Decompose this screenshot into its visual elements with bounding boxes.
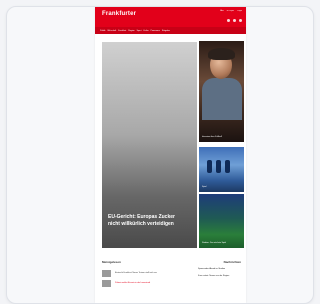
user-icon[interactable] <box>233 19 236 22</box>
list-header: Meistgelesen Nachrichten <box>102 260 241 264</box>
news-page: Frankfurter Abo E-Paper Login Politik Wi… <box>95 7 246 303</box>
top-link-abo[interactable]: Abo <box>220 10 224 12</box>
portrait-hair <box>208 48 235 60</box>
portrait-shirt <box>202 78 242 120</box>
tile-caption[interactable]: Interview über Fußball <box>202 136 241 139</box>
utility-icons <box>227 19 242 22</box>
list-left-title: Meistgelesen <box>102 260 121 264</box>
nav-item-wirtschaft[interactable]: Wirtschaft <box>107 30 116 32</box>
top-link-login[interactable]: Login <box>237 10 242 12</box>
list-item-text[interactable]: Polizei meldet Einsatz in der Innenstadt <box>115 282 150 285</box>
nav-item-frankfurt[interactable]: Frankfurt <box>118 30 126 32</box>
tile-caption[interactable]: Spiel <box>202 186 241 189</box>
top-link-epaper[interactable]: E-Paper <box>227 10 234 12</box>
right-column: Spannender Abend im Stadion Kurz notiert… <box>198 268 242 282</box>
news-list: Meistgelesen Nachrichten Eintracht Frank… <box>102 260 241 300</box>
players-image <box>207 160 230 173</box>
nav-item-sport[interactable]: Sport <box>137 30 142 32</box>
teaser-tile-portrait[interactable]: Interview über Fußball <box>199 41 244 142</box>
nav-item-ratgeber[interactable]: Ratgeber <box>162 30 170 32</box>
nav-item-kultur[interactable]: Kultur <box>143 30 148 32</box>
top-links: Abo E-Paper Login <box>220 10 242 12</box>
main-nav: Politik Wirtschaft Frankfurt Region Spor… <box>95 27 246 34</box>
player-figure <box>216 160 221 173</box>
nav-item-politik[interactable]: Politik <box>100 30 105 32</box>
preview-card: Frankfurter Abo E-Paper Login Politik Wi… <box>6 6 314 304</box>
player-figure <box>225 160 230 173</box>
list-right-title: Nachrichten <box>223 260 241 264</box>
right-list-item[interactable]: Spannender Abend im Stadion <box>198 268 242 271</box>
teaser-tile-stadium[interactable]: Stadion: Das nächste Spiel <box>199 194 244 248</box>
hero-teaser[interactable]: EU-Gericht: Europas Zucker nicht willkür… <box>102 42 197 248</box>
right-list-item[interactable]: Kurz notiert: Neues aus der Region <box>198 275 242 278</box>
list-item-text[interactable]: Eintracht Frankfurt: Neuer Trainer stell… <box>115 272 157 275</box>
nav-item-panorama[interactable]: Panorama <box>151 30 160 32</box>
hero-headline[interactable]: EU-Gericht: Europas Zucker nicht willkür… <box>108 214 188 228</box>
search-icon[interactable] <box>227 19 230 22</box>
teaser-tile-sports[interactable]: Spiel <box>199 147 244 192</box>
masthead: Frankfurter Abo E-Paper Login <box>95 7 246 27</box>
tile-caption[interactable]: Stadion: Das nächste Spiel <box>202 242 241 245</box>
player-figure <box>207 160 212 173</box>
thumbnail-image <box>102 270 111 277</box>
menu-icon[interactable] <box>239 19 242 22</box>
thumbnail-image <box>102 280 111 287</box>
site-logo[interactable]: Frankfurter <box>102 11 136 17</box>
nav-item-region[interactable]: Region <box>128 30 134 32</box>
